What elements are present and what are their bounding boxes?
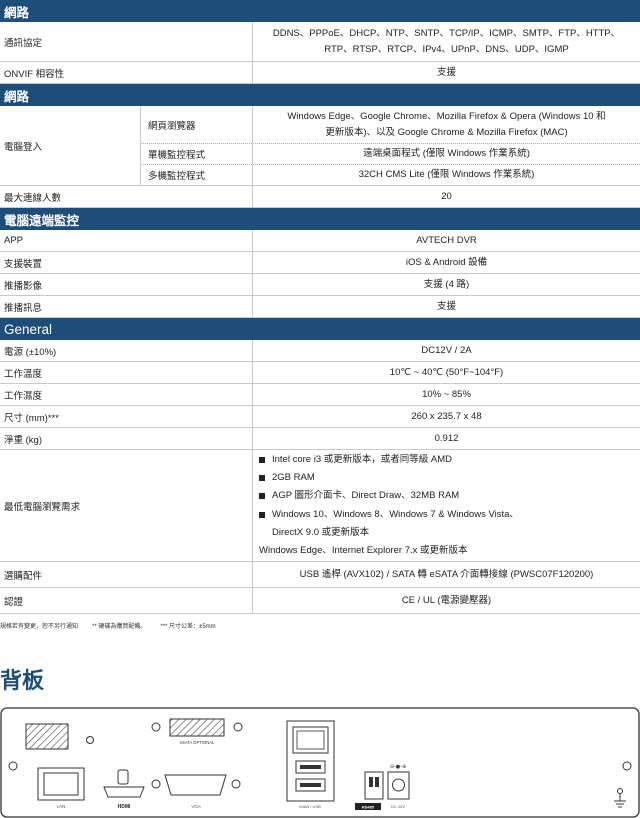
bullet-square-icon xyxy=(259,511,265,518)
subrow-browser: 網頁瀏覽器 Windows Edge、Google Chrome、Mozilla… xyxy=(141,106,640,144)
browser-label: 網頁瀏覽器 xyxy=(141,106,253,143)
requirement-continuation: DirectX 9.0 或更新版本 xyxy=(272,526,370,538)
footnote-1: 規格若有變更，恕不另行通知 xyxy=(0,624,79,630)
app-value: AVTECH DVR xyxy=(416,234,477,246)
multi-label: 多機監控程式 xyxy=(141,165,253,185)
row-certification: 認證 CE / UL (電源變壓器) xyxy=(0,588,640,614)
browser-line-2: 更新版本)、以及 Google Chrome & Mozilla Firefox… xyxy=(325,126,568,138)
requirements-list: Intel core i3 或更新版本，或者同等級 AMD 2GB RAM AG… xyxy=(259,451,519,541)
browser-value: Windows Edge、Google Chrome、Mozilla Firef… xyxy=(253,106,640,143)
single-value: 遠端桌面程式 (僅限 Windows 作業系統) xyxy=(363,148,530,160)
vga-label: VGA xyxy=(191,804,201,809)
rs485-label: RS485 xyxy=(362,805,375,810)
max-conn-value: 20 xyxy=(441,190,452,202)
row-protocol: 通訊協定 DDNS、PPPoE、DHCP、NTP、SNTP、TCP/IP、ICM… xyxy=(0,22,640,62)
row-max-conn: 最大連線人數 20 xyxy=(0,186,640,208)
weight-value: 0.912 xyxy=(434,432,459,444)
protocol-label: 通訊協定 xyxy=(0,22,253,61)
row-temp: 工作溫度 10℃ ~ 40℃ (50°F~104°F) xyxy=(0,362,640,384)
row-app: APP AVTECH DVR xyxy=(0,230,640,252)
accessories-label: 選購配件 xyxy=(0,562,253,587)
footnote-2: ** 硬碟為購買配備。 xyxy=(92,624,147,630)
power-value: DC12V / 2A xyxy=(421,344,472,356)
requirement-item: Intel core i3 或更新版本，或者同等級 AMD xyxy=(259,451,519,469)
row-power: 電源 (±10%) DC12V / 2A xyxy=(0,340,640,362)
certification-value: CE / UL (電源變壓器) xyxy=(401,594,492,606)
lan-label: LAN xyxy=(57,804,66,809)
temp-label: 工作溫度 xyxy=(0,362,253,383)
footnote-3: *** 尺寸公差：±5mm xyxy=(160,624,216,630)
onvif-label: ONVIF 相容性 xyxy=(0,62,253,83)
certification-label: 認證 xyxy=(0,588,253,613)
usb-port-tongue xyxy=(300,765,321,769)
browser-line-1: Windows Edge、Google Chrome、Mozilla Firef… xyxy=(287,111,606,123)
requirements-tail: Windows Edge、Internet Explorer 7.x 或更新版本 xyxy=(259,544,468,556)
section-header-general: General xyxy=(0,318,640,340)
protocol-line-2: RTP、RTSP、RTCP、IPv4、UPnP、DNS、UDP、IGMP xyxy=(324,43,569,55)
push-msg-label: 推播訊息 xyxy=(0,296,253,317)
weight-label: 淨重 (kg) xyxy=(0,428,253,449)
section-header-remote: 電腦遠端監控 xyxy=(0,208,640,230)
row-pc-login: 電腦登入 網頁瀏覽器 Windows Edge、Google Chrome、Mo… xyxy=(0,106,640,186)
row-humidity: 工作濕度 10% ~ 85% xyxy=(0,384,640,406)
iman-usb-label: IMAN / USB xyxy=(299,804,321,809)
requirements-value: Intel core i3 或更新版本，或者同等級 AMD 2GB RAM AG… xyxy=(253,450,640,561)
usb-port-tongue xyxy=(300,783,321,787)
esata-port-cover xyxy=(169,718,225,737)
requirements-label: 最低電腦瀏覽需求 xyxy=(0,450,253,561)
row-onvif: ONVIF 相容性 支援 xyxy=(0,62,640,84)
section-header-network-2: 網路 xyxy=(0,84,640,106)
onvif-value: 支援 xyxy=(436,66,456,78)
push-video-label: 推播影像 xyxy=(0,274,253,295)
size-label: 尺寸 (mm)*** xyxy=(0,406,253,427)
push-msg-value: 支援 xyxy=(436,300,456,312)
max-conn-label: 最大連線人數 xyxy=(0,186,253,207)
pc-login-subrows: 網頁瀏覽器 Windows Edge、Google Chrome、Mozilla… xyxy=(141,106,640,185)
protocol-value: DDNS、PPPoE、DHCP、NTP、SNTP、TCP/IP、ICMP、SMT… xyxy=(253,22,640,61)
bullet-square-icon xyxy=(259,457,265,464)
pc-login-label: 電腦登入 xyxy=(0,106,141,185)
humidity-value: 10% ~ 85% xyxy=(422,388,471,400)
row-push-video: 推播影像 支援 (4 路) xyxy=(0,274,640,296)
device-label: 支援裝置 xyxy=(0,252,253,273)
requirement-item: 2GB RAM xyxy=(259,469,519,487)
rs485-pin xyxy=(375,777,379,787)
requirement-item: AGP 圖形介面卡、Direct Draw、32MB RAM xyxy=(259,487,519,505)
row-pc-requirements: 最低電腦瀏覽需求 Intel core i3 或更新版本，或者同等級 AMD 2… xyxy=(0,450,640,562)
footnotes: 規格若有變更，恕不另行通知 ** 硬碟為購買配備。 *** 尺寸公差：±5mm xyxy=(0,621,640,630)
row-device: 支援裝置 iOS & Android 設備 xyxy=(0,252,640,274)
section-header-network: 網路 xyxy=(0,0,640,22)
back-panel-title: 背板 xyxy=(0,669,45,694)
back-panel-diagram: eSATA OPTIONAL LAN HDMI VGA IMAN / USB R… xyxy=(0,707,640,818)
vent-block-left xyxy=(25,723,69,750)
row-push-msg: 推播訊息 支援 xyxy=(0,296,640,318)
bullet-square-icon xyxy=(259,475,265,482)
size-value: 260 x 235.7 x 48 xyxy=(411,410,482,422)
requirement-item: Windows 10、Windows 8、Windows 7 & Windows… xyxy=(259,506,519,542)
spec-table: 網路 通訊協定 DDNS、PPPoE、DHCP、NTP、SNTP、TCP/IP、… xyxy=(0,0,640,614)
dc-polarity-symbol: ⊖-●-⊕ xyxy=(390,764,406,770)
accessories-value: USB 遙桿 (AVX102) / SATA 轉 eSATA 介面轉接線 (PW… xyxy=(299,568,594,580)
temp-value: 10℃ ~ 40℃ (50°F~104°F) xyxy=(389,366,504,378)
bullet-square-icon xyxy=(259,493,265,500)
power-label: 電源 (±10%) xyxy=(0,340,253,361)
humidity-label: 工作濕度 xyxy=(0,384,253,405)
esata-label: eSATA OPTIONAL xyxy=(180,740,215,745)
row-size: 尺寸 (mm)*** 260 x 235.7 x 48 xyxy=(0,406,640,428)
push-video-value: 支援 (4 路) xyxy=(423,278,470,290)
hdmi-label: HDMI xyxy=(118,804,131,810)
single-label: 單機監控程式 xyxy=(141,144,253,164)
protocol-line-1: DDNS、PPPoE、DHCP、NTP、SNTP、TCP/IP、ICMP、SMT… xyxy=(272,28,621,40)
rs485-pin xyxy=(369,777,373,787)
device-value: iOS & Android 設備 xyxy=(405,256,488,268)
multi-value: 32CH CMS Lite (僅限 Windows 作業系統) xyxy=(358,169,535,181)
subrow-multi: 多機監控程式 32CH CMS Lite (僅限 Windows 作業系統) xyxy=(141,165,640,185)
dc-label: DC 12V xyxy=(391,804,405,809)
row-weight: 淨重 (kg) 0.912 xyxy=(0,428,640,450)
row-accessories: 選購配件 USB 遙桿 (AVX102) / SATA 轉 eSATA 介面轉接… xyxy=(0,562,640,588)
subrow-single: 單機監控程式 遠端桌面程式 (僅限 Windows 作業系統) xyxy=(141,144,640,165)
app-label: APP xyxy=(0,230,253,251)
